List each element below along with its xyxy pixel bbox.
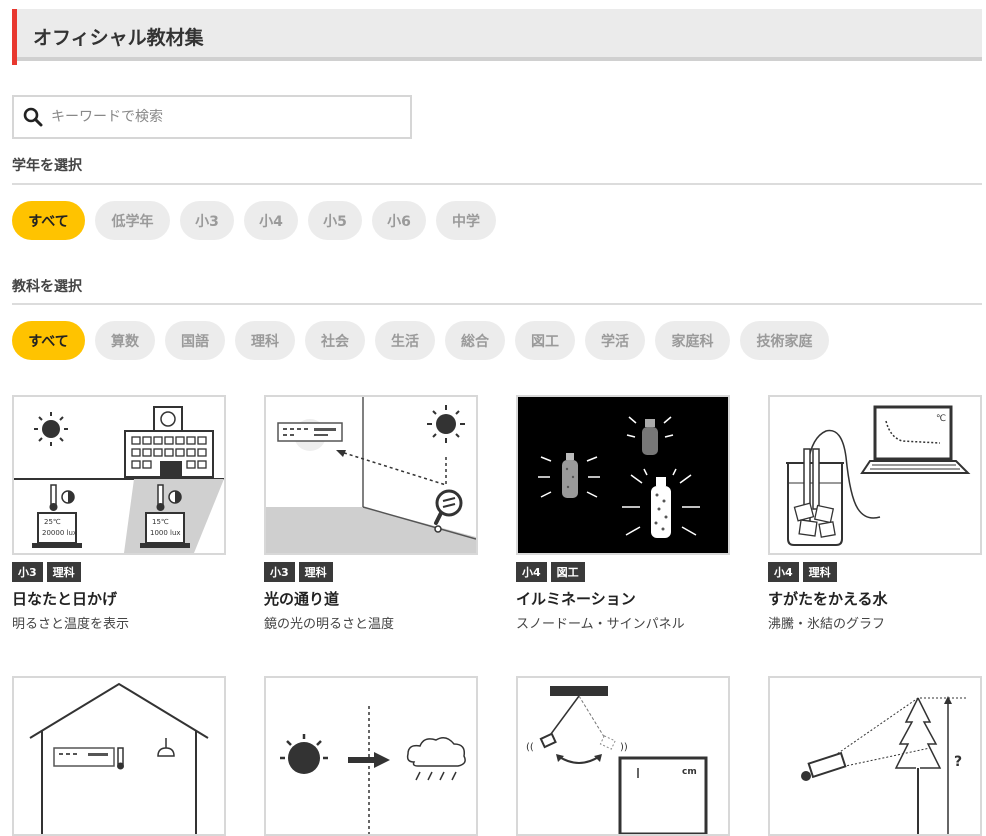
card-thumbnail: 25℃ 20000 lux 15℃ 1000 lux <box>12 395 226 555</box>
card-thumbnail: ? <box>768 676 982 836</box>
svg-text:((: (( <box>526 742 534 753</box>
card-description: 明るさと温度を表示 <box>12 617 130 632</box>
subject-filter-life[interactable]: 生活 <box>375 321 435 360</box>
thumbnail-illuminance-text: 1000 lux <box>150 529 181 537</box>
card-thumbnail: ℃ <box>768 395 982 555</box>
subject-filter-all[interactable]: すべて <box>12 321 85 360</box>
subject-filter-japanese[interactable]: 国語 <box>165 321 225 360</box>
grade-filter-3[interactable]: 小3 <box>180 201 234 240</box>
thumbnail-illuminance-text: 20000 lux <box>42 529 77 537</box>
card-description: スノードーム・サインパネル <box>516 617 685 632</box>
thumbnail-unit-text: cm <box>682 767 697 777</box>
grade-divider <box>12 183 982 185</box>
header-accent-bar <box>12 9 17 65</box>
grade-tag: 小3 <box>12 562 43 582</box>
grade-filter-junior-high[interactable]: 中学 <box>436 201 496 240</box>
card-thumbnail <box>264 676 478 836</box>
card-thumbnail <box>516 395 730 555</box>
material-card[interactable] <box>12 676 226 836</box>
card-thumbnail <box>12 676 226 836</box>
search-icon <box>23 107 43 127</box>
subject-filter: すべて 算数 国語 理科 社会 生活 総合 図工 学活 家庭科 技術家庭 <box>12 321 829 360</box>
subject-tag: 理科 <box>46 562 81 582</box>
thumbnail-celsius-text: ℃ <box>936 414 946 424</box>
card-description: 沸騰・氷結のグラフ <box>768 617 886 632</box>
material-card[interactable] <box>264 676 478 836</box>
search-input[interactable] <box>49 108 393 126</box>
grade-filter: すべて 低学年 小3 小4 小5 小6 中学 <box>12 201 496 240</box>
grade-filter-lower[interactable]: 低学年 <box>95 201 170 240</box>
grade-tag: 小4 <box>516 562 547 582</box>
subject-tag: 理科 <box>802 562 837 582</box>
material-card[interactable]: ? <box>768 676 982 836</box>
card-thumbnail <box>264 395 478 555</box>
grade-filter-5[interactable]: 小5 <box>308 201 362 240</box>
material-card[interactable]: 小3 理科 光の通り道 鏡の光の明るさと温度 <box>264 395 478 632</box>
grade-tag: 小4 <box>768 562 799 582</box>
subject-tag: 図工 <box>550 562 585 582</box>
search-box[interactable] <box>12 95 412 139</box>
grade-filter-all[interactable]: すべて <box>12 201 85 240</box>
thumbnail-temperature-text: 15℃ <box>152 518 169 526</box>
material-card[interactable]: ℃ 小4 理科 すがたをかえる水 沸騰・氷結のグラフ <box>768 395 982 632</box>
grade-tag: 小3 <box>264 562 295 582</box>
material-card[interactable]: (( )) cm <box>516 676 730 836</box>
card-title[interactable]: 光の通り道 <box>264 588 478 609</box>
subject-filter-math[interactable]: 算数 <box>95 321 155 360</box>
grade-filter-4[interactable]: 小4 <box>244 201 298 240</box>
subject-filter-technology[interactable]: 技術家庭 <box>740 321 829 360</box>
card-title[interactable]: すがたをかえる水 <box>768 588 982 609</box>
card-thumbnail: (( )) cm <box>516 676 730 836</box>
subject-filter-integrated[interactable]: 総合 <box>445 321 505 360</box>
subject-section-label: 教科を選択 <box>12 279 82 295</box>
thumbnail-question-text: ? <box>954 754 962 770</box>
subject-filter-art[interactable]: 図工 <box>515 321 575 360</box>
card-title[interactable]: 日なたと日かげ <box>12 588 226 609</box>
subject-tag: 理科 <box>298 562 333 582</box>
card-description: 鏡の光の明るさと温度 <box>264 617 395 632</box>
page-header: オフィシャル教材集 <box>12 9 982 65</box>
subject-filter-home-economics[interactable]: 家庭科 <box>655 321 730 360</box>
thumbnail-temperature-text: 25℃ <box>44 518 61 526</box>
subject-filter-social[interactable]: 社会 <box>305 321 365 360</box>
subject-filter-science[interactable]: 理科 <box>235 321 295 360</box>
material-card[interactable]: 小4 図工 イルミネーション スノードーム・サインパネル <box>516 395 730 632</box>
card-title[interactable]: イルミネーション <box>516 588 730 609</box>
grade-section-label: 学年を選択 <box>12 158 82 174</box>
svg-text:)): )) <box>620 742 628 753</box>
subject-divider <box>12 303 982 305</box>
material-card[interactable]: 25℃ 20000 lux 15℃ 1000 lux 小3 理科 日なたと日かげ… <box>12 395 226 632</box>
subject-filter-class-activity[interactable]: 学活 <box>585 321 645 360</box>
grade-filter-6[interactable]: 小6 <box>372 201 426 240</box>
page-title: オフィシャル教材集 <box>33 27 204 49</box>
